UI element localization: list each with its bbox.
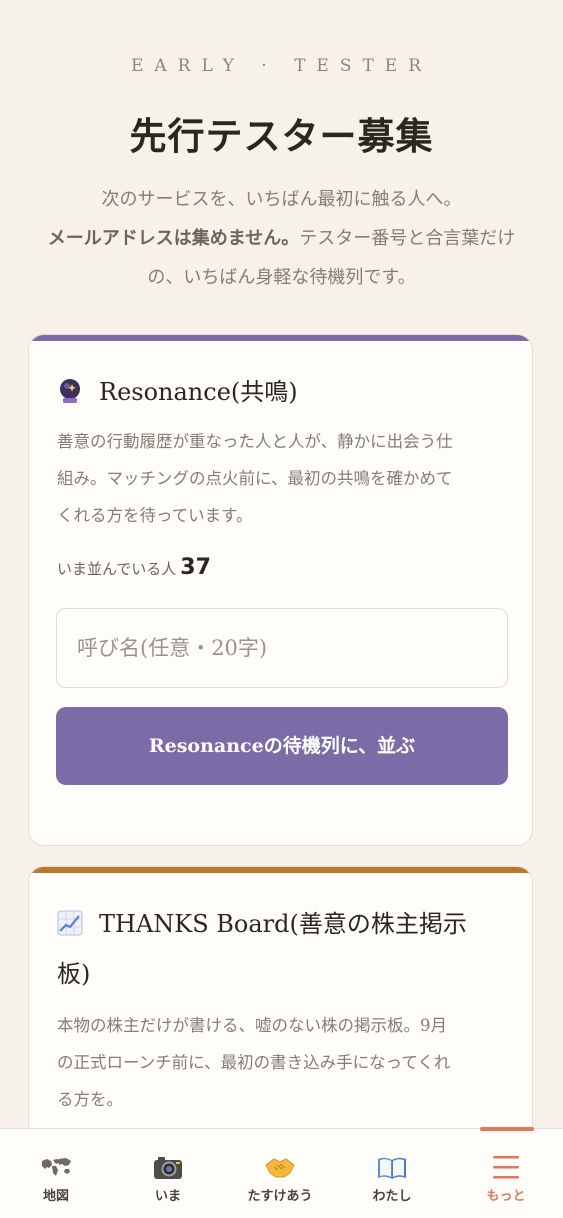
page-title: 先行テスター募集: [129, 114, 434, 158]
nav-label: たすけあう: [247, 1189, 313, 1204]
resonance-card: Resonance(共鳴) 善意の行動履歴が重なった人と人が、静かに出会う仕 組…: [28, 334, 533, 846]
eyebrow-label: EARLY · TESTER: [130, 56, 433, 76]
camera-icon: [154, 1157, 182, 1179]
intro-text: 次のサービスを、いちばん最初に触る人へ。 メールアドレスは集めません。テスター番…: [20, 180, 543, 297]
nav-item-help[interactable]: たすけあう: [224, 1129, 336, 1218]
desc-line: 本物の株主だけが書ける、嘘のない株の掲示板。9月: [57, 1016, 447, 1035]
nickname-input[interactable]: [56, 608, 508, 688]
handshake-icon: [265, 1158, 295, 1178]
chart-increasing-icon: [57, 910, 83, 936]
menu-icon: [493, 1156, 519, 1179]
intro-line-3: の、いちばん身軽な待機列です。: [147, 267, 416, 288]
nav-label: わたし: [372, 1189, 412, 1204]
desc-line: る方を。: [57, 1090, 123, 1109]
join-queue-button[interactable]: Resonanceの待機列に、並ぶ: [56, 707, 508, 785]
thanks-board-card: THANKS Board(善意の株主掲示 板) 本物の株主だけが書ける、嘘のない…: [28, 866, 533, 1166]
open-book-icon: [378, 1157, 406, 1179]
crystal-ball-icon: [60, 379, 80, 403]
card-description: 本物の株主だけが書ける、嘘のない株の掲示板。9月 の正式ローンチ前に、最初の書き…: [57, 1007, 509, 1118]
intro-bold: メールアドレスは集めません。: [47, 228, 300, 249]
nav-label: 地図: [42, 1189, 69, 1204]
card-title-line-1: THANKS Board(善意の株主掲示: [57, 899, 517, 949]
nav-item-map[interactable]: 地図: [0, 1129, 112, 1218]
card-title: THANKS Board(善意の株主掲示 板): [57, 899, 517, 999]
card-title-text: THANKS Board(善意の株主掲示: [99, 910, 467, 938]
card-title-text: Resonance(共鳴): [99, 378, 298, 406]
intro-line-2: メールアドレスは集めません。テスター番号と合言葉だけ: [20, 219, 543, 258]
nav-item-now[interactable]: いま: [112, 1129, 224, 1218]
card-title: Resonance(共鳴): [57, 367, 298, 417]
queue-count-value: 37: [180, 555, 211, 580]
bottom-nav: 地図 いま たすけあう わたし もっと: [0, 1127, 563, 1218]
card-accent-bar: [29, 335, 532, 341]
queue-count-label: いま並んでいる人: [57, 560, 177, 578]
card-title-line-2: 板): [57, 960, 91, 988]
world-map-icon: [42, 1158, 71, 1176]
nav-label: いま: [154, 1189, 181, 1204]
desc-line: の正式ローンチ前に、最初の書き込み手になってくれ: [57, 1053, 451, 1072]
card-accent-bar: [29, 867, 532, 873]
tester-recruit-page: EARLY · TESTER 先行テスター募集 次のサービスを、いちばん最初に触…: [0, 0, 563, 1218]
card-description: 善意の行動履歴が重なった人と人が、静かに出会う仕 組み。マッチングの点火前に、最…: [57, 423, 509, 534]
nav-label: もっと: [486, 1189, 526, 1204]
desc-line: 組み。マッチングの点火前に、最初の共鳴を確かめて: [57, 469, 453, 488]
nav-item-more[interactable]: もっと: [450, 1129, 562, 1218]
intro-line-1: 次のサービスを、いちばん最初に触る人へ。: [101, 189, 462, 210]
queue-count: いま並んでいる人 37: [57, 555, 211, 580]
nav-item-me[interactable]: わたし: [336, 1129, 448, 1218]
desc-line: くれる方を待っています。: [57, 506, 253, 525]
desc-line: 善意の行動履歴が重なった人と人が、静かに出会う仕: [57, 432, 453, 451]
intro-rest: テスター番号と合言葉だけ: [299, 228, 516, 249]
